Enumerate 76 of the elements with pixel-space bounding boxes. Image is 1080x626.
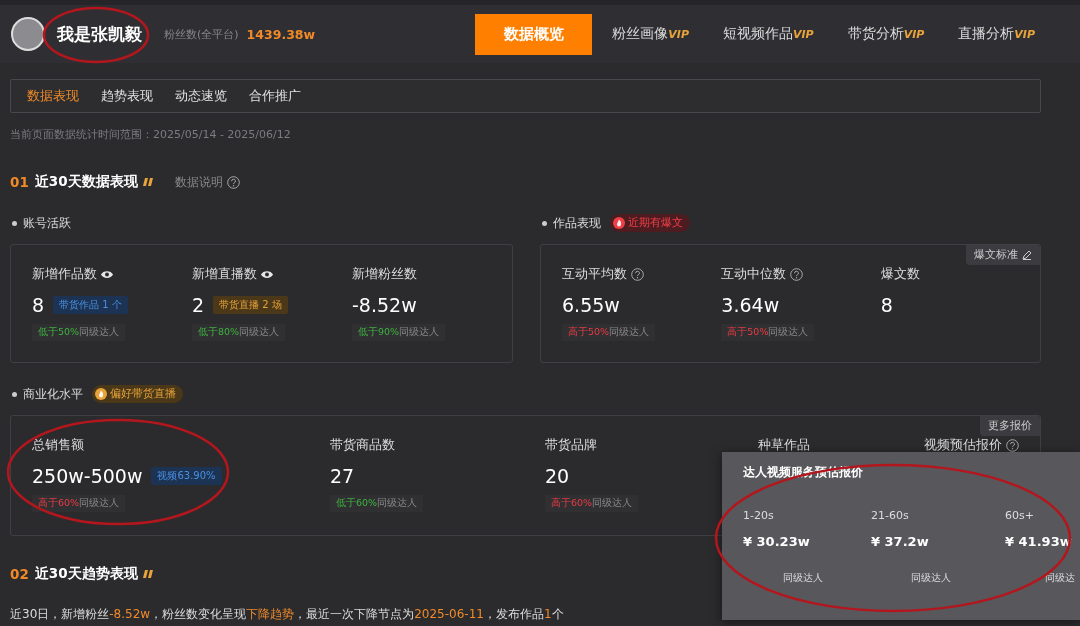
help-icon[interactable]: [1006, 438, 1019, 452]
bullet-icon: [542, 220, 547, 226]
section-number: 01: [10, 174, 29, 190]
nav-tab[interactable]: 带货分析VIP: [830, 13, 942, 55]
section-title: 近30天数据表现: [34, 173, 138, 191]
metric-value: 3.64w: [721, 294, 780, 316]
comparison-label: 高于60%同级达人: [32, 495, 126, 512]
metric-value: 8: [880, 294, 893, 316]
group-title: 作品表现: [553, 214, 601, 232]
comparison-label: 高于50%同级达人: [562, 324, 656, 341]
fans-label: 粉丝数(全平台): [164, 26, 239, 42]
edit-icon: [1022, 250, 1032, 260]
section-number: 02: [10, 566, 29, 582]
quote-marks-icon: [142, 569, 155, 579]
bullet-icon: [12, 220, 17, 226]
sub-tab[interactable]: 动态速览: [164, 81, 238, 111]
quote-marks-icon: [142, 177, 155, 187]
group-badge: 近期有爆文: [610, 214, 690, 232]
nav-tab[interactable]: 粉丝画像VIP: [595, 13, 706, 55]
metric-label: 互动中位数: [721, 265, 787, 283]
sub-tab[interactable]: 数据表现: [16, 81, 90, 111]
fans-count: 1439.38w: [246, 26, 316, 42]
help-icon[interactable]: [631, 267, 644, 281]
card-action-button[interactable]: 爆文标准: [966, 245, 1040, 265]
metric-value: 6.55w: [562, 294, 620, 316]
metric-tag: 视频63.90%: [151, 467, 222, 485]
metric-value: 2: [192, 294, 205, 316]
metric-label: 新增粉丝数: [352, 265, 417, 283]
metric-label: 新增作品数: [32, 265, 97, 283]
section-title: 近30天趋势表现: [34, 565, 138, 583]
comparison-label: 低于60%同级达人: [330, 495, 424, 512]
card-action-button[interactable]: 更多报价: [980, 416, 1040, 436]
nav-tab[interactable]: 直播分析VIP: [941, 13, 1052, 55]
creator-name: 我是张凯毅: [57, 22, 142, 46]
group-title: 商业化水平: [23, 385, 83, 403]
eye-icon[interactable]: [101, 269, 113, 279]
metric-label: 新增直播数: [192, 265, 257, 283]
comparison-label: 同级达人: [911, 572, 951, 583]
duration-label: 60s+: [1005, 509, 1035, 522]
metric-label: 爆文数: [880, 265, 920, 283]
metric-value: 250w-500w: [32, 465, 143, 487]
trend-summary-text: 近30日，新增粉丝-8.52w，粉丝数变化呈现下降趋势，最近一次下降节点为2025-06-11，发布作品1个: [10, 607, 564, 621]
metric-value: -8.52w: [352, 294, 417, 316]
metric-value: 8: [32, 294, 45, 316]
metric-label: 带货品牌: [545, 436, 597, 454]
metric-tag: 带货作品 1 个: [53, 296, 128, 314]
sub-tab[interactable]: 趋势表现: [90, 81, 164, 111]
eye-icon[interactable]: [261, 269, 273, 279]
nav-tab[interactable]: 短视频作品VIP: [706, 13, 831, 55]
metric-value: 27: [330, 465, 355, 487]
metric-tag: 带货直播 2 场: [213, 296, 288, 314]
help-icon: [226, 175, 240, 189]
comparison-label: 高于60%同级达人: [545, 495, 639, 512]
sub-tab[interactable]: 合作推广: [238, 81, 312, 111]
date-range-text: 当前页面数据统计时间范围：2025/05/14 - 2025/06/12: [10, 128, 291, 141]
metric-label: 种草作品: [758, 436, 810, 454]
comparison-label: 低于90%同级达人: [352, 324, 446, 341]
duration-label: 1-20s: [743, 509, 775, 522]
metric-label: 互动平均数: [562, 265, 627, 283]
price-value: ¥ 37.2w: [871, 534, 930, 549]
metric-label: 视频预估报价: [924, 436, 1002, 454]
comparison-label: 同级达人: [783, 572, 823, 583]
group-title: 账号活跃: [23, 214, 71, 232]
metric-label: 总销售额: [32, 436, 84, 454]
comparison-label: 低于80%同级达人: [192, 324, 286, 341]
duration-label: 21-60s: [871, 509, 910, 522]
data-help-link[interactable]: 数据说明: [174, 174, 240, 190]
help-icon[interactable]: [790, 267, 804, 281]
group-badge: 偏好带货直播: [92, 385, 183, 403]
comparison-label: 低于50%同级达人: [32, 324, 126, 341]
metric-label: 带货商品数: [330, 436, 395, 454]
bullet-icon: [12, 391, 17, 397]
metric-value: 20: [545, 465, 570, 487]
price-value: ¥ 30.23w: [743, 534, 811, 549]
avatar: [11, 17, 45, 51]
comparison-label: 高于50%同级达人: [721, 324, 815, 341]
